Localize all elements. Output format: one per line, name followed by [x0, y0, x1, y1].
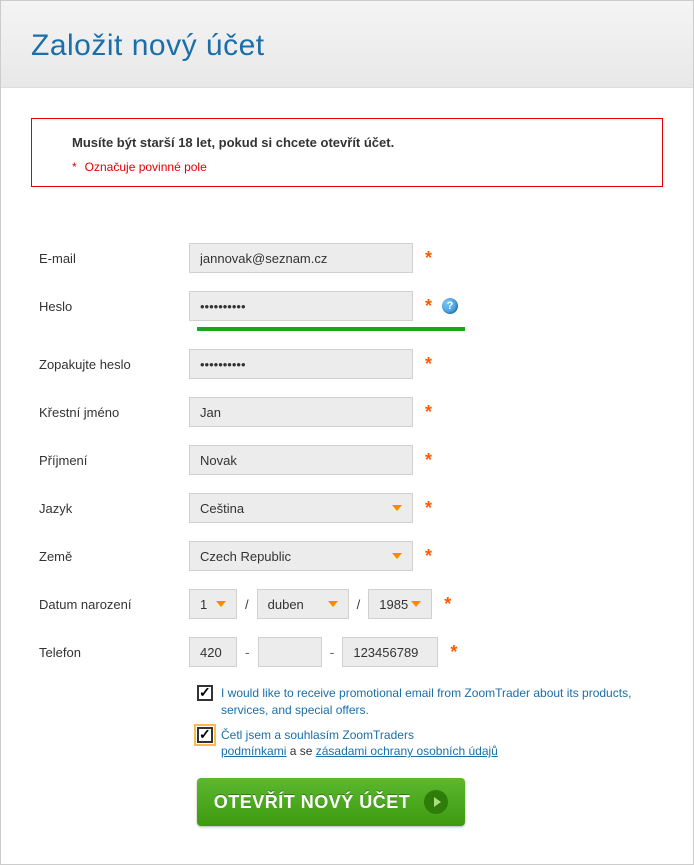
required-icon: *: [425, 451, 432, 469]
required-icon: *: [425, 355, 432, 373]
phone-area-field[interactable]: [258, 637, 322, 667]
chevron-down-icon: [216, 601, 226, 607]
dob-day-value: 1: [200, 597, 207, 612]
dob-month-select[interactable]: duben: [257, 589, 349, 619]
country-select[interactable]: Czech Republic: [189, 541, 413, 571]
email-field[interactable]: [189, 243, 413, 273]
dob-separator: /: [245, 597, 249, 612]
arrow-right-icon: [424, 790, 448, 814]
required-icon: *: [450, 643, 457, 661]
terms-checkbox[interactable]: [197, 727, 213, 743]
language-select[interactable]: Ceština: [189, 493, 413, 523]
last-name-field[interactable]: [189, 445, 413, 475]
first-name-field[interactable]: [189, 397, 413, 427]
row-password: Heslo * ?: [31, 291, 663, 321]
country-value: Czech Republic: [200, 549, 291, 564]
row-promo-check: I would like to receive promotional emai…: [197, 685, 657, 719]
label-country: Země: [31, 549, 189, 564]
chevron-down-icon: [392, 505, 402, 511]
row-first-name: Křestní jméno *: [31, 397, 663, 427]
label-password: Heslo: [31, 299, 189, 314]
password-strength-bar: [197, 327, 465, 331]
privacy-link[interactable]: zásadami ochrany osobních údajů: [316, 744, 498, 758]
phone-cc-field[interactable]: [189, 637, 237, 667]
label-first-name: Křestní jméno: [31, 405, 189, 420]
required-icon: *: [425, 297, 432, 315]
row-terms-check: Četl jsem a souhlasím ZoomTraders podmín…: [197, 727, 657, 761]
dob-day-select[interactable]: 1: [189, 589, 237, 619]
dob-separator: /: [357, 597, 361, 612]
phone-separator: -: [330, 644, 335, 660]
required-icon: *: [444, 595, 451, 613]
row-email: E-mail *: [31, 243, 663, 273]
alert-box: Musíte být starší 18 let, pokud si chcet…: [31, 118, 663, 187]
label-phone: Telefon: [31, 645, 189, 660]
label-last-name: Příjmení: [31, 453, 189, 468]
row-dob: Datum narození 1 / duben / 1985 *: [31, 589, 663, 619]
row-password-repeat: Zopakujte heslo *: [31, 349, 663, 379]
phone-number-field[interactable]: [342, 637, 438, 667]
alert-required-note: * Označuje povinné pole: [72, 160, 642, 174]
required-icon: *: [425, 403, 432, 421]
language-value: Ceština: [200, 501, 244, 516]
help-icon[interactable]: ?: [442, 298, 458, 314]
submit-button[interactable]: OTEVŘÍT NOVÝ ÚČET: [197, 778, 465, 826]
form-content: Musíte být starší 18 let, pokud si chcet…: [1, 88, 693, 856]
terms-prefix: Četl jsem a souhlasím ZoomTraders: [221, 728, 414, 742]
dob-month-value: duben: [268, 597, 304, 612]
required-icon: *: [425, 249, 432, 267]
row-language: Jazyk Ceština *: [31, 493, 663, 523]
alert-required-text: Označuje povinné pole: [85, 160, 207, 174]
chevron-down-icon: [392, 553, 402, 559]
label-email: E-mail: [31, 251, 189, 266]
chevron-down-icon: [411, 601, 421, 607]
password-repeat-field[interactable]: [189, 349, 413, 379]
dob-year-select[interactable]: 1985: [368, 589, 432, 619]
page-title: Založit nový účet: [31, 29, 663, 63]
terms-text: Četl jsem a souhlasím ZoomTraders podmín…: [221, 727, 498, 761]
password-field[interactable]: [189, 291, 413, 321]
terms-link[interactable]: podmínkami: [221, 744, 286, 758]
required-icon: *: [425, 547, 432, 565]
chevron-down-icon: [328, 601, 338, 607]
page-header: Založit nový účet: [1, 1, 693, 88]
label-dob: Datum narození: [31, 597, 189, 612]
asterisk-icon: *: [72, 160, 77, 174]
submit-label: OTEVŘÍT NOVÝ ÚČET: [214, 792, 411, 813]
terms-mid: a se: [286, 744, 315, 758]
dob-year-value: 1985: [379, 597, 408, 612]
required-icon: *: [425, 499, 432, 517]
promo-text: I would like to receive promotional emai…: [221, 685, 657, 719]
row-country: Země Czech Republic *: [31, 541, 663, 571]
row-phone: Telefon - - *: [31, 637, 663, 667]
promo-checkbox[interactable]: [197, 685, 213, 701]
alert-main-text: Musíte být starší 18 let, pokud si chcet…: [72, 135, 642, 150]
label-password-repeat: Zopakujte heslo: [31, 357, 189, 372]
row-last-name: Příjmení *: [31, 445, 663, 475]
label-language: Jazyk: [31, 501, 189, 516]
phone-separator: -: [245, 644, 250, 660]
